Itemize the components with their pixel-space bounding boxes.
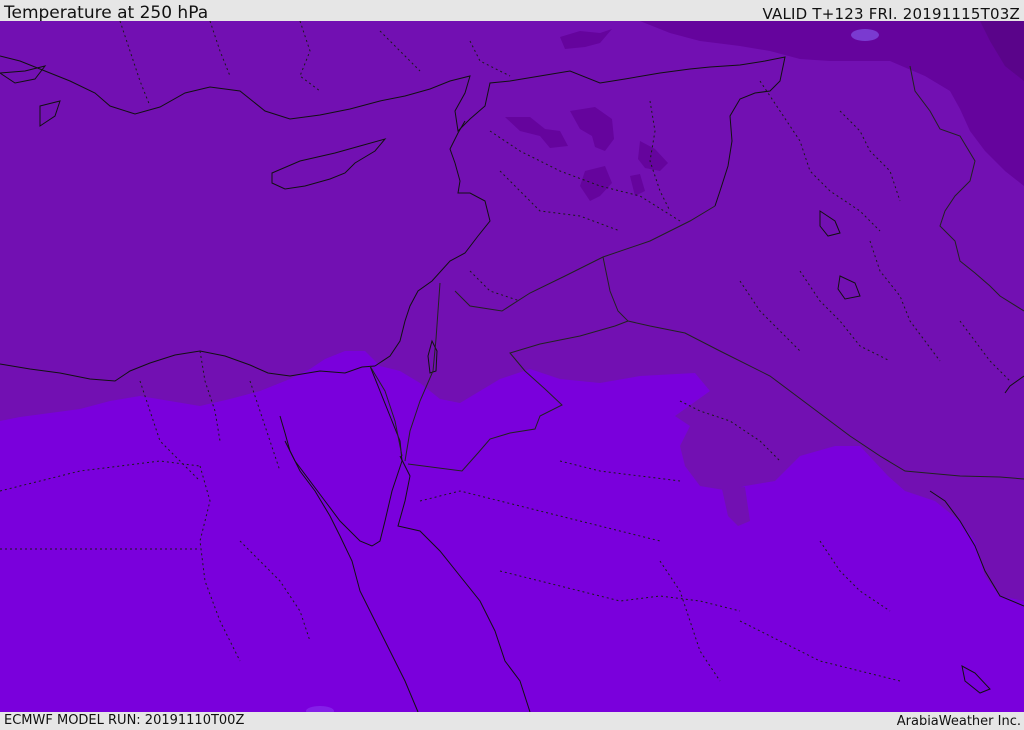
temperature-map[interactable] <box>0 21 1024 712</box>
model-run-label: ECMWF MODEL RUN: 20191110T00Z <box>4 713 245 728</box>
map-header: Temperature at 250 hPa VALID T+123 FRI. … <box>0 0 1024 23</box>
map-title: Temperature at 250 hPa <box>4 3 209 23</box>
map-canvas <box>0 21 1024 712</box>
credit-label: ArabiaWeather Inc. <box>896 714 1021 729</box>
map-footer: ECMWF MODEL RUN: 20191110T00Z ArabiaWeat… <box>0 712 1024 729</box>
cold-patch <box>851 29 879 41</box>
